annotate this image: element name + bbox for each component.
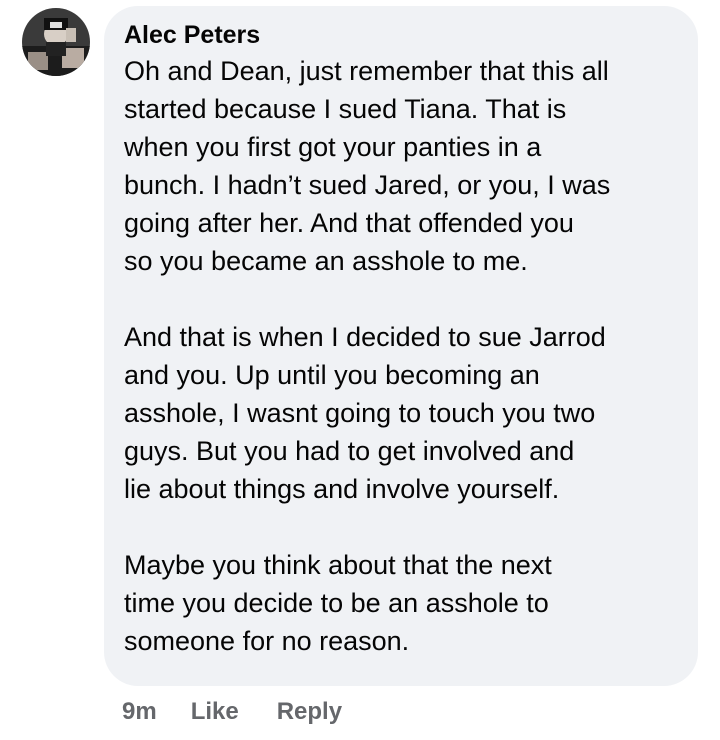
comment-paragraph: Maybe you think about that the next time… (124, 550, 552, 656)
profile-photo-icon (22, 8, 90, 76)
comment-bubble: Alec Peters Oh and Dean, just remember t… (104, 6, 698, 686)
comment-text: Oh and Dean, just remember that this all… (124, 52, 674, 660)
comment-paragraph: Oh and Dean, just remember that this all… (124, 56, 611, 276)
comment-paragraph: And that is when I decided to sue Jarrod… (124, 322, 606, 504)
comment-author[interactable]: Alec Peters (124, 20, 674, 50)
avatar[interactable] (22, 8, 90, 76)
like-button[interactable]: Like (191, 698, 239, 726)
reply-button[interactable]: Reply (277, 698, 342, 726)
comment-actions: 9m Like Reply (122, 698, 342, 726)
comment-timestamp[interactable]: 9m (122, 698, 157, 726)
